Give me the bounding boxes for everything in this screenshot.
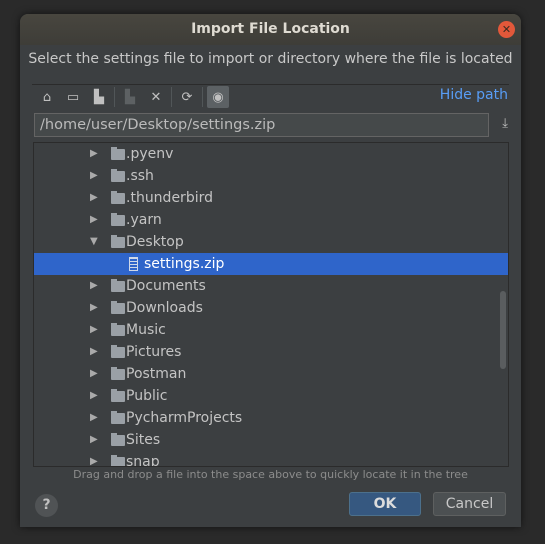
folder-icon bbox=[111, 455, 125, 466]
tree-item-label: Pictures bbox=[126, 344, 182, 360]
folder-icon bbox=[111, 235, 125, 248]
folder-icon bbox=[111, 433, 125, 446]
tree-item-label: Desktop bbox=[126, 234, 184, 250]
folder-icon bbox=[111, 301, 125, 314]
title-bar: Import File Location ✕ bbox=[20, 14, 521, 45]
toolbar-separator bbox=[171, 87, 172, 107]
tree-item[interactable]: ▶ Sites bbox=[34, 429, 508, 451]
folder-icon bbox=[111, 169, 125, 182]
tree-item-label: Postman bbox=[126, 366, 187, 382]
chevron-right-icon[interactable]: ▶ bbox=[90, 429, 98, 451]
import-file-location-dialog: Import File Location ✕ Select the settin… bbox=[20, 14, 521, 527]
tree-item-label: Music bbox=[126, 322, 166, 338]
tree-item[interactable]: settings.zip bbox=[34, 253, 508, 275]
chevron-right-icon[interactable]: ▶ bbox=[90, 297, 98, 319]
chevron-right-icon[interactable]: ▶ bbox=[90, 363, 98, 385]
desktop-icon[interactable]: ▭ bbox=[62, 86, 84, 108]
tree-item[interactable]: ▶ Postman bbox=[34, 363, 508, 385]
dialog-title: Import File Location bbox=[191, 21, 350, 37]
tree-item-label: settings.zip bbox=[144, 256, 225, 272]
chevron-right-icon[interactable]: ▶ bbox=[90, 209, 98, 231]
toolbar: ⌂ ▭ ▙ ▙ ✕ ⟳ ◉ bbox=[36, 85, 233, 109]
folder-icon bbox=[111, 191, 125, 204]
ok-button[interactable]: OK bbox=[349, 492, 421, 516]
tree-item-label: snap bbox=[126, 454, 160, 467]
dialog-description: Select the settings file to import or di… bbox=[28, 51, 513, 67]
project-folder-icon[interactable]: ▙ bbox=[88, 86, 110, 108]
hide-path-link[interactable]: Hide path bbox=[440, 87, 508, 103]
chevron-right-icon[interactable]: ▶ bbox=[90, 341, 98, 363]
tree-item-label: Public bbox=[126, 388, 168, 404]
chevron-right-icon[interactable]: ▶ bbox=[90, 385, 98, 407]
tree-item-label: Documents bbox=[126, 278, 206, 294]
toolbar-separator bbox=[202, 87, 203, 107]
folder-icon bbox=[111, 147, 125, 160]
close-icon[interactable]: ✕ bbox=[498, 21, 515, 38]
tree-item[interactable]: ▶ Documents bbox=[34, 275, 508, 297]
help-button[interactable]: ? bbox=[35, 494, 58, 517]
tree-item-label: .ssh bbox=[126, 168, 154, 184]
chevron-right-icon[interactable]: ▶ bbox=[90, 143, 98, 165]
delete-icon[interactable]: ✕ bbox=[145, 86, 167, 108]
tree-item-label: Sites bbox=[126, 432, 161, 448]
toolbar-separator bbox=[114, 87, 115, 107]
tree-item[interactable]: ▶ Public bbox=[34, 385, 508, 407]
tree-item[interactable]: ▼ Desktop bbox=[34, 231, 508, 253]
tree-item-label: PycharmProjects bbox=[126, 410, 243, 426]
tree-item-label: .pyenv bbox=[126, 146, 174, 162]
folder-icon bbox=[111, 389, 125, 402]
tree-item[interactable]: ▶ .ssh bbox=[34, 165, 508, 187]
chevron-right-icon[interactable]: ▶ bbox=[90, 165, 98, 187]
tree-item[interactable]: ▶ .pyenv bbox=[34, 143, 508, 165]
home-icon[interactable]: ⌂ bbox=[36, 86, 58, 108]
chevron-right-icon[interactable]: ▶ bbox=[90, 451, 98, 466]
tree-item[interactable]: ▶ Music bbox=[34, 319, 508, 341]
tree-item[interactable]: ▶ Downloads bbox=[34, 297, 508, 319]
download-icon[interactable]: ⤓ bbox=[502, 116, 508, 131]
folder-icon bbox=[111, 411, 125, 424]
tree-item-label: .yarn bbox=[126, 212, 162, 228]
folder-icon bbox=[111, 345, 125, 358]
show-hidden-icon[interactable]: ◉ bbox=[207, 86, 229, 108]
folder-icon bbox=[111, 323, 125, 336]
zip-file-icon bbox=[129, 257, 138, 271]
chevron-right-icon[interactable]: ▶ bbox=[90, 319, 98, 341]
scrollbar[interactable] bbox=[500, 291, 506, 369]
tree-item[interactable]: ▶ .yarn bbox=[34, 209, 508, 231]
new-folder-icon[interactable]: ▙ bbox=[119, 86, 141, 108]
tree-item-label: Downloads bbox=[126, 300, 203, 316]
tree-item[interactable]: ▶ snap bbox=[34, 451, 508, 467]
folder-icon bbox=[111, 367, 125, 380]
refresh-icon[interactable]: ⟳ bbox=[176, 86, 198, 108]
drag-drop-hint: Drag and drop a file into the space abov… bbox=[73, 468, 468, 481]
tree-item[interactable]: ▶ .thunderbird bbox=[34, 187, 508, 209]
cancel-button[interactable]: Cancel bbox=[433, 492, 506, 516]
chevron-down-icon[interactable]: ▼ bbox=[90, 231, 98, 253]
tree-item[interactable]: ▶ Pictures bbox=[34, 341, 508, 363]
chevron-right-icon[interactable]: ▶ bbox=[90, 407, 98, 429]
chevron-right-icon[interactable]: ▶ bbox=[90, 275, 98, 297]
tree-item[interactable]: ▶ PycharmProjects bbox=[34, 407, 508, 429]
chevron-right-icon[interactable]: ▶ bbox=[90, 187, 98, 209]
file-tree[interactable]: ▶ snap ▶ Sites ▶ PycharmProjects ▶ Public ▶ Postm… bbox=[33, 142, 509, 467]
folder-icon bbox=[111, 213, 125, 226]
tree-item-label: .thunderbird bbox=[126, 190, 213, 206]
folder-icon bbox=[111, 279, 125, 292]
path-input[interactable]: /home/user/Desktop/settings.zip bbox=[34, 113, 489, 137]
